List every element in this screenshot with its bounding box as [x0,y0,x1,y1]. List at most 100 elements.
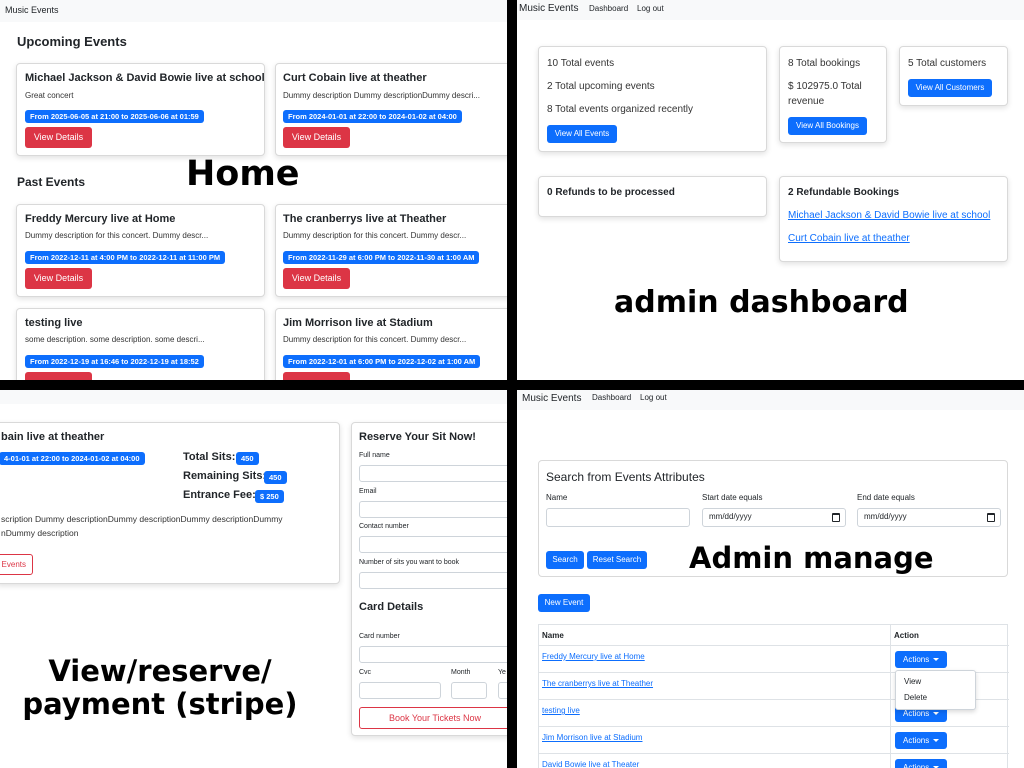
dropdown-item-delete[interactable]: Delete [904,693,927,702]
remaining-sits-badge: 450 [264,471,287,484]
sits-count-input[interactable] [359,572,507,589]
brand-link[interactable]: Music Events [519,3,578,14]
nav-logout-link[interactable]: Log out [640,393,667,402]
event-name-link[interactable]: The cranberrys live at Theather [542,679,653,688]
actions-label: Actions [903,655,930,664]
sits-count-label: Number of sits you want to book [359,559,459,566]
full-name-input[interactable] [359,465,507,482]
search-button[interactable]: Search [546,551,584,569]
card-details-title: Card Details [359,601,424,613]
event-description: Dummy description Dummy descriptionDummy… [283,91,480,100]
name-label: Name [546,493,568,502]
row-divider [539,726,1009,727]
view-details-button[interactable]: View Details [283,127,350,148]
overlay-label-view-reserve: View/reserve/ [48,654,272,688]
email-label: Email [359,488,377,495]
event-title: The cranberrys live at Theather [283,213,447,225]
total-sits-label: Total Sits: [183,451,236,463]
events-table: Name Action Freddy Mercury live at Home … [538,624,1009,768]
view-all-events-button[interactable]: View All Events [547,125,617,143]
admin-manage-panel: Music Events Dashboard Log out Search fr… [517,390,1024,768]
overlay-label-admin-dashboard: admin dashboard [614,285,909,320]
nav-logout-link[interactable]: Log out [637,4,664,13]
row-divider [539,753,1009,754]
event-title: testing live [25,317,83,329]
event-dates-badge: From 2022-11-29 at 6:00 PM to 2022-11-30… [283,251,480,264]
contact-number-input[interactable] [359,536,507,553]
event-card: The cranberrys live at Theather Dummy de… [275,204,507,297]
cvc-input[interactable] [359,682,441,699]
start-date-input[interactable]: mm/dd/yyyy [702,508,846,527]
brand-link[interactable]: Music Events [522,393,581,404]
view-all-bookings-button[interactable]: View All Bookings [788,117,867,135]
events-stats-card: 10 Total events 2 Total upcoming events … [538,46,767,152]
upcoming-events-heading: Upcoming Events [17,34,127,49]
email-input[interactable] [359,501,507,518]
admin-dashboard-panel: Music Events Dashboard Log out 10 Total … [517,0,1024,380]
calendar-icon[interactable] [832,513,840,522]
end-date-label: End date equals [857,493,915,502]
month-input[interactable] [451,682,487,699]
refunds-card: 0 Refunds to be processed [538,176,767,217]
event-title: bain live at theather [1,431,105,443]
reservation-form-card: Reserve Your Sit Now! Full name Email Co… [351,422,507,736]
nav-dashboard-link[interactable]: Dashboard [589,4,628,13]
event-name-link[interactable]: Freddy Mercury live at Home [542,652,645,661]
start-date-placeholder: mm/dd/yyyy [709,512,752,521]
event-title: Freddy Mercury live at Home [25,213,176,225]
card-number-input[interactable] [359,646,507,663]
view-details-button[interactable]: View Details [283,268,350,289]
caret-down-icon [933,739,940,743]
refundable-booking-link[interactable]: Michael Jackson & David Bowie live at sc… [788,210,990,221]
view-details-button[interactable]: View Details [25,127,92,148]
actions-dropdown-button[interactable]: Actions [895,732,948,749]
total-events-stat: 10 Total events [547,58,615,69]
end-date-input[interactable]: mm/dd/yyyy [857,508,1001,527]
calendar-icon[interactable] [987,513,995,522]
view-details-button[interactable]: View Details [25,268,92,289]
view-details-button[interactable] [283,372,350,380]
year-input[interactable] [498,682,507,699]
event-name-link[interactable]: David Bowie live at Theater [542,760,639,768]
view-all-customers-button[interactable]: View All Customers [908,79,992,97]
total-customers-stat: 5 Total customers [908,58,987,69]
caret-down-icon [933,712,940,716]
refundable-booking-link[interactable]: Curt Cobain live at theather [788,233,910,244]
event-card: Freddy Mercury live at Home Dummy descri… [16,204,265,297]
refundable-bookings-title: 2 Refundable Bookings [788,187,900,198]
dropdown-item-view[interactable]: View [904,677,921,686]
new-event-button[interactable]: New Event [538,594,590,612]
book-tickets-button[interactable]: Book Your Tickets Now [359,707,507,729]
event-description: Dummy description for this concert. Dumm… [25,231,209,240]
actions-dropdown-button[interactable]: Actions [895,759,948,768]
brand-link[interactable]: Music Events [5,5,59,15]
event-description: Dummy description for this concert. Dumm… [283,335,467,344]
event-title: Curt Cobain live at theather [283,72,427,84]
actions-dropdown-button[interactable]: Actions [895,651,948,668]
event-description: nDummy description [1,528,79,538]
total-revenue-stat: $ 102975.0 Total [788,81,862,92]
month-label: Month [451,669,471,676]
event-title: Jim Morrison live at Stadium [283,317,433,329]
refundable-bookings-card: 2 Refundable Bookings Michael Jackson & … [779,176,1008,262]
total-sits-badge: 450 [236,452,259,465]
nav-dashboard-link[interactable]: Dashboard [592,393,631,402]
entrance-fee-label: Entrance Fee: [183,489,256,501]
year-label: Ye [498,669,506,676]
event-dates-badge: From 2022-12-19 at 16:46 to 2022-12-19 a… [25,355,204,368]
event-title: Michael Jackson & David Bowie live at sc… [25,72,265,84]
navbar [0,390,507,404]
view-details-button[interactable] [25,372,92,380]
event-description: Great concert [25,91,74,100]
event-card: testing live some description. some desc… [16,308,265,380]
name-search-input[interactable] [546,508,690,527]
event-name-link[interactable]: Jim Morrison live at Stadium [542,733,642,742]
event-name-link[interactable]: testing live [542,706,580,715]
actions-dropdown-menu: View Delete [895,670,976,710]
actions-label: Actions [903,736,930,745]
event-dates-badge: From 2022-12-11 at 4:00 PM to 2022-12-11… [25,251,226,264]
search-title: Search from Events Attributes [546,470,705,484]
events-button[interactable]: Events [0,554,33,575]
refunds-title: 0 Refunds to be processed [547,187,675,198]
reset-search-button[interactable]: Reset Search [587,551,647,569]
